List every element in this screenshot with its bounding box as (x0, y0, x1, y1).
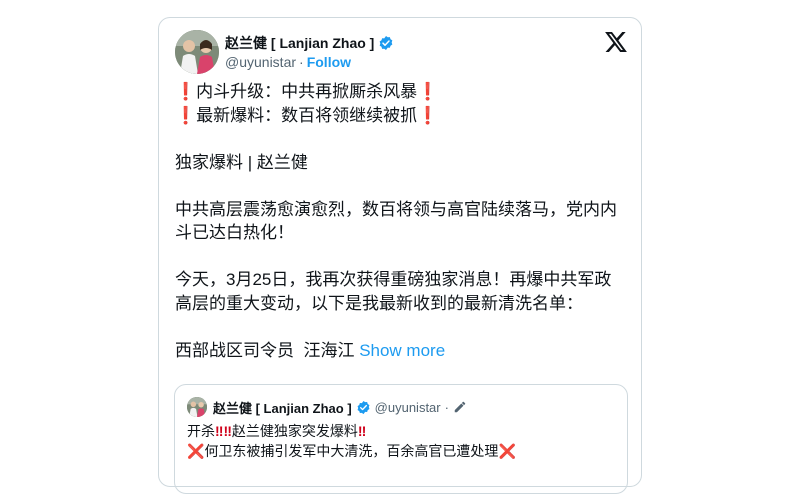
show-more-link[interactable]: Show more (359, 341, 445, 360)
verified-badge-icon (357, 400, 370, 414)
red-cross-icon: ❌ (187, 443, 205, 459)
paragraph-3-line: 西部战区司令员 汪海江 Show more (175, 339, 625, 363)
headline-text-1: 内斗升级：中共再掀厮杀风暴 (196, 82, 418, 101)
quoted-author-handle: @uyunistar (374, 399, 441, 415)
avatar-photo-icon (175, 30, 219, 74)
separator-dot: · (299, 54, 304, 70)
quoted-line-1-prefix: 开杀 (187, 423, 215, 439)
byline: 独家爆料 | 赵兰健 (175, 152, 308, 172)
quoted-tweet[interactable]: 赵兰健 [ Lanjian Zhao ] @uyunistar · 开杀‼‼赵兰… (174, 384, 628, 494)
red-exclamation-icon: ❗ (175, 82, 197, 101)
quoted-tweet-header: 赵兰健 [ Lanjian Zhao ] @uyunistar · (187, 397, 467, 417)
quoted-line-1-text: 赵兰健独家突发爆料 (231, 423, 358, 439)
tweet-header: 赵兰健 [ Lanjian Zhao ] @uyunistar · Follow (175, 30, 627, 74)
quoted-line-1: 开杀‼‼赵兰健独家突发爆料‼ (187, 421, 615, 441)
x-logo-icon[interactable] (605, 32, 627, 52)
paragraph-1: 中共高层震荡愈演愈烈，数百将领与高官陆续落马，党内内斗已达白热化！ (175, 199, 617, 243)
red-cross-icon: ❌ (498, 443, 516, 459)
avatar-photo-icon (187, 397, 207, 417)
quoted-line-2-text: 何卫东被捕引发军中大清洗，百余高官已遭处理 (204, 443, 499, 459)
quoted-author-name: 赵兰健 [ Lanjian Zhao ] (213, 400, 352, 416)
paragraph-3: 西部战区司令员 汪海江 (175, 340, 355, 360)
red-exclamation-icon: ❗ (417, 82, 439, 101)
verified-badge-icon (380, 36, 393, 50)
headline-line-1: ❗内斗升级：中共再掀厮杀风暴❗ (175, 80, 625, 104)
double-exclamation-icon: ‼ (357, 423, 367, 439)
separator-dot: · (444, 399, 449, 415)
quoted-line-2: ❌何卫东被捕引发军中大清洗，百余高官已遭处理❌ (187, 441, 615, 461)
headline-text-2: 最新爆料：数百将领继续被抓 (196, 105, 418, 125)
embedded-tweet-card: 赵兰健 [ Lanjian Zhao ] @uyunistar · Follow ❗… (158, 17, 642, 494)
tweet-body: ❗内斗升级：中共再掀厮杀风暴❗ ❗最新爆料：数百将领继续被抓❗ 独家爆料 | 赵… (175, 80, 625, 362)
author-display-name[interactable]: 赵兰健 [ Lanjian Zhao ] (225, 33, 374, 53)
quoted-tweet-body: 开杀‼‼赵兰健独家突发爆料‼ ❌何卫东被捕引发军中大清洗，百余高官已遭处理❌ (187, 421, 615, 461)
red-exclamation-icon: ❗ (417, 105, 439, 125)
author-handle-row: @uyunistar · Follow (225, 54, 351, 70)
follow-button[interactable]: Follow (307, 54, 351, 70)
author-name-row: 赵兰健 [ Lanjian Zhao ] (225, 33, 394, 53)
red-exclamation-icon: ❗ (175, 105, 197, 125)
quoted-avatar (187, 397, 207, 417)
paragraph-2: 今天，3月25日，我再次获得重磅独家消息！再爆中共军政高层的重大变动，以下是我最… (175, 270, 612, 313)
author-handle[interactable]: @uyunistar (225, 54, 296, 70)
headline-line-2: ❗最新爆料：数百将领继续被抓❗ (175, 104, 625, 128)
edit-pencil-icon (454, 401, 466, 413)
double-exclamation-icon: ‼‼ (215, 423, 232, 439)
avatar[interactable] (175, 30, 219, 74)
